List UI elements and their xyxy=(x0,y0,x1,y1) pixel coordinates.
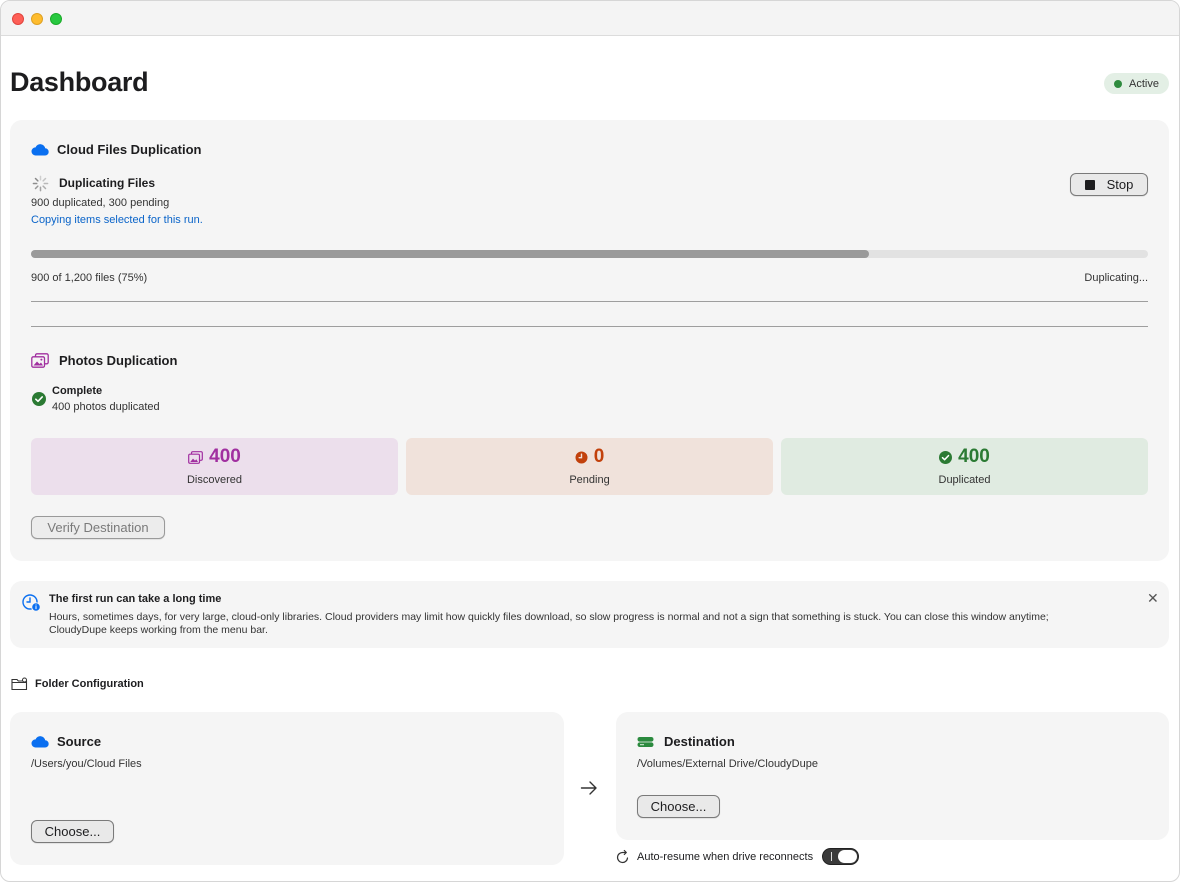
stat-pending: 0 Pending xyxy=(406,438,773,495)
stat-discovered-label: Discovered xyxy=(186,474,243,486)
duplication-card: Cloud Files Duplication Duplicating File… xyxy=(10,120,1169,561)
stat-duplicated-value: 400 xyxy=(958,446,990,467)
photos-section-title: Photos Duplication xyxy=(31,353,177,368)
notice-body-line1: Hours, sometimes days, for very large, c… xyxy=(49,611,1049,623)
status-badge: Active xyxy=(1104,73,1169,94)
folder-config-title: Folder Configuration xyxy=(35,678,144,690)
cloud-counts-text: 900 duplicated, 300 pending xyxy=(31,197,170,209)
cloud-icon xyxy=(31,735,49,748)
spinner-icon xyxy=(32,175,49,197)
stat-pending-label: Pending xyxy=(569,474,610,486)
folder-gear-icon xyxy=(11,677,28,691)
source-path: /Users/you/Cloud Files xyxy=(31,758,142,770)
complete-checkmark-icon xyxy=(32,392,46,411)
stat-discovered-value: 400 xyxy=(209,446,241,467)
stat-duplicated: 400 Duplicated xyxy=(781,438,1148,495)
stop-button[interactable]: Stop xyxy=(1070,173,1148,196)
destination-path: /Volumes/External Drive/CloudyDupe xyxy=(637,758,818,770)
verify-destination-button[interactable]: Verify Destination xyxy=(31,516,165,539)
section-divider xyxy=(31,301,1148,302)
cloud-detail-text: Copying items selected for this run. xyxy=(31,214,203,226)
source-title: Source xyxy=(57,734,102,749)
choose-source-button[interactable]: Choose... xyxy=(31,820,114,843)
cloud-progress-bar xyxy=(31,250,1148,258)
zoom-window-button[interactable] xyxy=(50,13,62,25)
cloud-progress-text: 900 of 1,200 files (75%) xyxy=(31,272,148,284)
folder-config-heading: Folder Configuration xyxy=(11,677,144,691)
stat-duplicated-label: Duplicated xyxy=(938,474,991,486)
refresh-icon xyxy=(616,849,630,869)
photos-state-label: Complete xyxy=(52,385,103,397)
close-window-button[interactable] xyxy=(12,13,24,25)
cloud-state-label: Duplicating Files xyxy=(59,176,156,190)
photos-stack-icon xyxy=(31,353,49,368)
photo-icon xyxy=(188,450,204,464)
cloud-progress-status: Duplicating... xyxy=(1084,272,1148,284)
close-notice-icon[interactable]: ✕ xyxy=(1147,591,1159,605)
photos-title: Photos Duplication xyxy=(59,353,178,368)
app-window: Dashboard Active Cloud Files Duplication xyxy=(0,0,1180,882)
source-title-row: Source xyxy=(31,734,101,749)
cloud-icon xyxy=(31,143,49,156)
choose-destination-button[interactable]: Choose... xyxy=(637,795,720,818)
auto-resume-toggle[interactable] xyxy=(822,848,859,865)
auto-resume-label: Auto-resume when drive reconnects xyxy=(637,851,814,863)
clock-info-icon xyxy=(22,594,41,617)
page-title: Dashboard xyxy=(10,67,149,97)
checkmark-icon xyxy=(939,450,953,464)
toggle-knob xyxy=(838,850,857,863)
destination-title-row: Destination xyxy=(637,734,735,749)
stat-pending-value: 0 xyxy=(593,446,605,467)
section-divider xyxy=(31,326,1148,327)
photos-detail-text: 400 photos duplicated xyxy=(52,401,160,413)
stop-icon xyxy=(1084,179,1095,190)
notice-body-line2: CloudyDupe keeps working from the menu b… xyxy=(49,624,268,636)
stat-discovered: 400 Discovered xyxy=(31,438,398,495)
status-dot-icon xyxy=(1114,79,1122,88)
destination-title: Destination xyxy=(664,734,735,749)
arrow-right-icon xyxy=(580,780,598,801)
destination-card: Destination /Volumes/External Drive/Clou… xyxy=(616,712,1169,840)
status-label: Active xyxy=(1129,77,1159,90)
notice-title: The first run can take a long time xyxy=(49,593,222,605)
cloud-progress-fill xyxy=(31,250,869,258)
info-notice: The first run can take a long time Hours… xyxy=(10,581,1169,648)
cloud-section-title: Cloud Files Duplication xyxy=(31,142,201,157)
title-bar xyxy=(1,1,1179,36)
external-drive-icon xyxy=(637,736,654,748)
cloud-title: Cloud Files Duplication xyxy=(57,142,202,157)
source-card: Source /Users/you/Cloud Files Choose... xyxy=(10,712,564,865)
clock-icon xyxy=(575,451,588,464)
stop-label: Stop xyxy=(1106,177,1134,192)
minimize-window-button[interactable] xyxy=(31,13,43,25)
